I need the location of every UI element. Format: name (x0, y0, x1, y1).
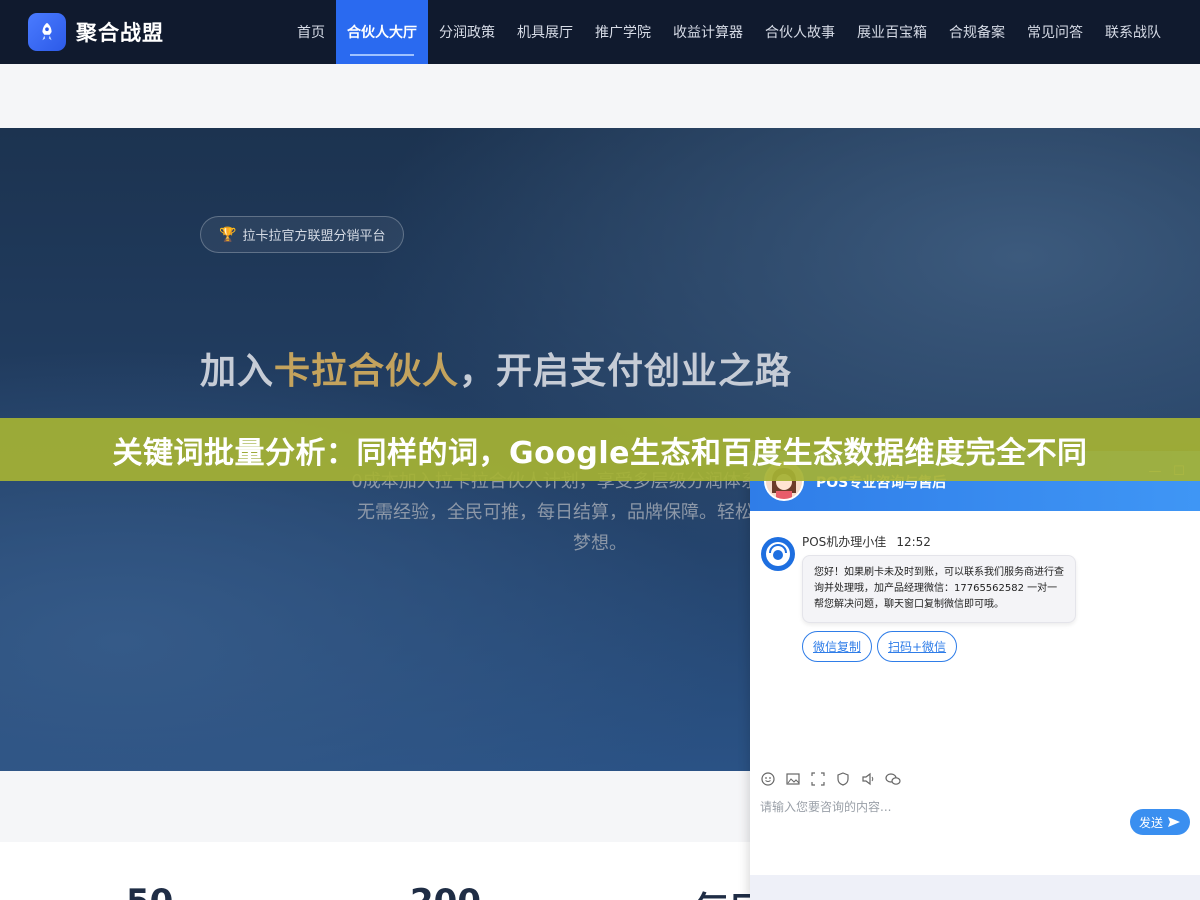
nav-item-calculator[interactable]: 收益计算器 (662, 0, 754, 64)
banner-text: 关键词批量分析：同样的词，Google生态和百度生态数据维度完全不同 (112, 435, 1088, 471)
nav-item-compliance[interactable]: 合规备案 (938, 0, 1016, 64)
top-nav: 聚合战盟 首页 合伙人大厅 分润政策 机具展厅 推广学院 收益计算器 合伙人故事… (0, 0, 1200, 64)
agent-avatar-icon (761, 537, 795, 571)
brand-name: 聚合战盟 (76, 21, 164, 45)
nav-item-label: 分润政策 (439, 25, 495, 41)
nav-item-stories[interactable]: 合伙人故事 (754, 0, 846, 64)
nav-item-home[interactable]: 首页 (286, 0, 336, 64)
agent-name-line: POS机办理小佳 12:52 (802, 533, 931, 550)
rate-icon[interactable] (835, 771, 851, 787)
hero-title-part2: ，开启支付创业之路 (459, 351, 793, 392)
send-button-label: 发送 (1138, 815, 1163, 830)
nav-item-label: 机具展厅 (517, 25, 573, 41)
scan-wechat-button[interactable]: 扫码+微信 (877, 631, 958, 662)
trophy-icon: 🏆 (219, 226, 237, 243)
nav-item-contact[interactable]: 联系战队 (1094, 0, 1172, 64)
emoji-icon[interactable] (760, 771, 776, 787)
send-button[interactable]: 发送 (1130, 809, 1190, 835)
nav-item-label: 合规备案 (949, 25, 1005, 41)
chat-toolbar (760, 771, 910, 787)
screenshot-icon[interactable] (810, 771, 826, 787)
image-icon[interactable] (785, 771, 801, 787)
platform-badge-label: 拉卡拉官方联盟分销平台 (242, 229, 386, 244)
nav-menu: 首页 合伙人大厅 分润政策 机具展厅 推广学院 收益计算器 合伙人故事 展业百宝… (286, 0, 1172, 64)
active-underline (350, 54, 414, 56)
nav-item-faq[interactable]: 常见问答 (1016, 0, 1094, 64)
nav-item-label: 展业百宝箱 (857, 25, 927, 41)
wechat-icon[interactable] (885, 771, 901, 787)
chat-message-input[interactable] (760, 800, 1120, 814)
brand-logo[interactable]: 聚合战盟 (28, 13, 164, 51)
agent-message-bubble: 您好！如果刷卡未及时到账，可以联系我们服务商进行查询并处理哦，加产品经理微信：1… (802, 555, 1076, 623)
agent-name: POS机办理小佳 (802, 535, 887, 549)
nav-item-label: 常见问答 (1027, 25, 1083, 41)
platform-badge: 🏆 拉卡拉官方联盟分销平台 (200, 216, 405, 253)
hero-title: 加入卡拉合伙人，开启支付创业之路 (200, 342, 792, 394)
nav-item-partner-hall[interactable]: 合伙人大厅 (336, 0, 428, 64)
nav-item-label: 收益计算器 (673, 25, 743, 41)
hero-title-part1: 加入 (200, 351, 275, 392)
nav-item-academy[interactable]: 推广学院 (584, 0, 662, 64)
headline-banner: 关键词批量分析：同样的词，Google生态和百度生态数据维度完全不同 (0, 418, 1200, 481)
stat-value: 200 (410, 882, 481, 900)
voice-icon[interactable] (860, 771, 876, 787)
nav-item-label: 推广学院 (595, 25, 651, 41)
nav-item-label: 合伙人故事 (765, 25, 835, 41)
chat-widget: POS专业咨询与售后 — ☐ POS机办理小佳12:52 您好！如果刷卡未及时到… (750, 451, 1200, 900)
nav-item-label: 联系战队 (1105, 25, 1161, 41)
rocket-icon (28, 13, 66, 51)
nav-item-device-showroom[interactable]: 机具展厅 (506, 0, 584, 64)
copy-wechat-button[interactable]: 微信复制 (802, 631, 873, 662)
message-time: 12:52 (896, 535, 931, 549)
nav-item-toolbox[interactable]: 展业百宝箱 (846, 0, 938, 64)
nav-item-label: 首页 (297, 25, 325, 41)
nav-item-profit-policy[interactable]: 分润政策 (428, 0, 506, 64)
nav-item-label: 合伙人大厅 (347, 25, 417, 41)
chat-footer (750, 875, 1200, 900)
send-icon (1168, 817, 1180, 827)
stat-value: 50 (126, 882, 173, 900)
hero-title-highlight: 卡拉合伙人 (274, 351, 460, 392)
